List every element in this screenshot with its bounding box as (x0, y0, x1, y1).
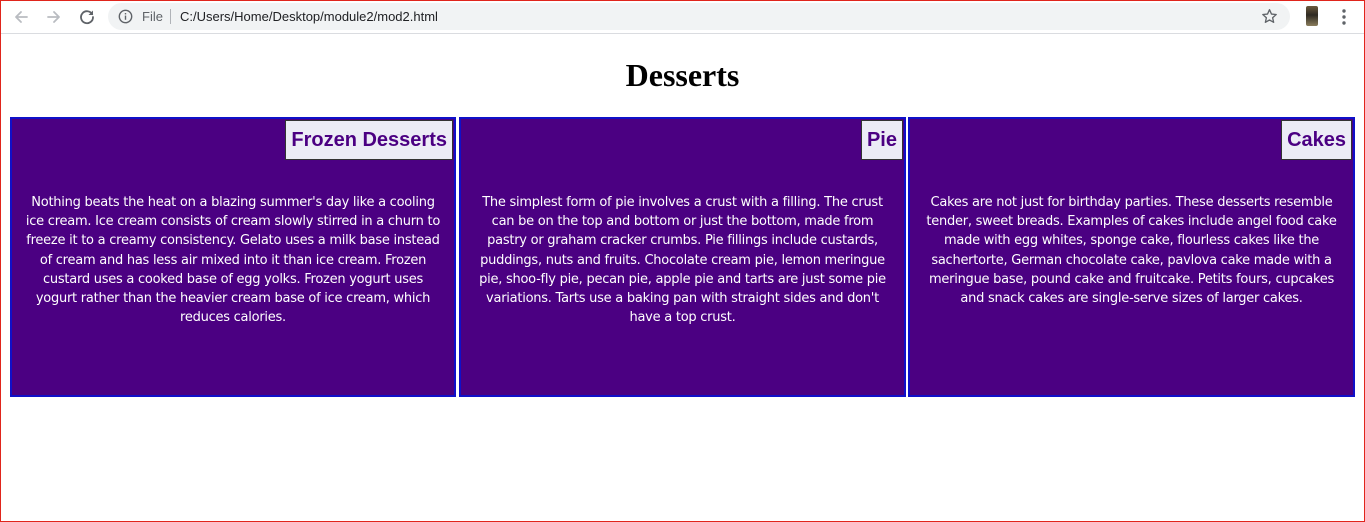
scheme-label: File (142, 9, 163, 24)
profile-avatar[interactable] (1306, 6, 1318, 26)
more-vert-icon[interactable] (1335, 7, 1353, 27)
card-text: The simplest form of pie involves a crus… (479, 195, 886, 326)
card-frozen-desserts: Frozen Desserts Nothing beats the heat o… (10, 117, 456, 397)
reload-icon (80, 10, 94, 25)
card-cakes: Cakes Cakes are not just for birthday pa… (908, 117, 1355, 397)
url-text[interactable]: C:/Users/Home/Desktop/module2/mod2.html (180, 8, 438, 25)
info-icon[interactable] (118, 9, 133, 24)
arrow-right-icon (47, 11, 60, 23)
browser-toolbar: File C:/Users/Home/Desktop/module2/mod2.… (0, 0, 1365, 34)
forward-button[interactable] (42, 5, 66, 29)
back-button[interactable] (9, 5, 33, 29)
card-heading: Pie (860, 120, 903, 160)
card-text: Nothing beats the heat on a blazing summ… (25, 195, 441, 326)
address-bar[interactable]: File C:/Users/Home/Desktop/module2/mod2.… (108, 3, 1290, 30)
card-pie: Pie The simplest form of pie involves a … (459, 117, 906, 397)
reload-button[interactable] (75, 5, 99, 29)
omnibox-divider (170, 9, 171, 24)
star-icon[interactable] (1261, 8, 1278, 25)
card-heading: Cakes (1281, 120, 1352, 160)
arrow-left-icon (15, 11, 28, 23)
card-text: Cakes are not just for birthday parties.… (926, 195, 1337, 307)
card-heading: Frozen Desserts (285, 120, 453, 160)
page-title: Desserts (625, 57, 740, 93)
